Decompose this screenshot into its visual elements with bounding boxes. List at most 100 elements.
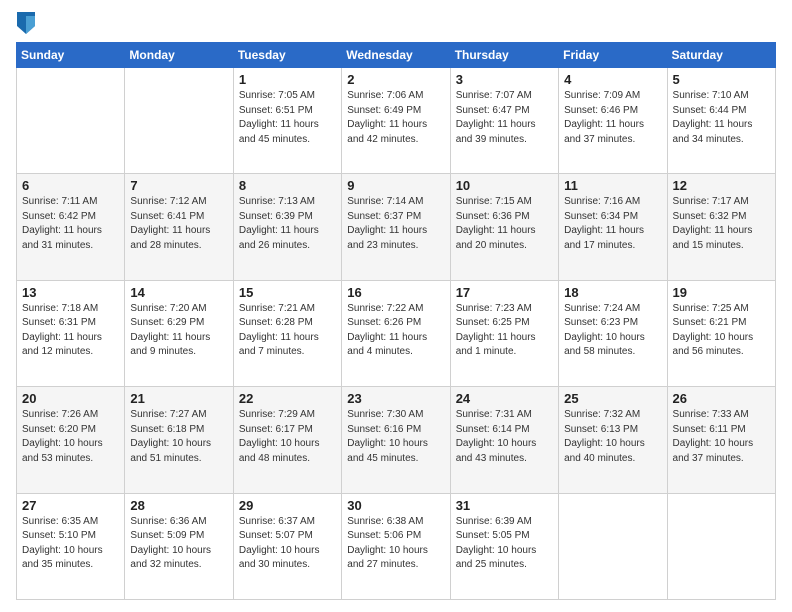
day-cell: 31Sunrise: 6:39 AM Sunset: 5:05 PM Dayli… bbox=[450, 493, 558, 599]
day-cell: 14 Sunrise: 7:20 AM Sunset: 6:29 PM Dayli… bbox=[125, 280, 233, 386]
day-cell: 7 Sunrise: 7:12 AM Sunset: 6:41 PM Daylig… bbox=[125, 174, 233, 280]
day-cell bbox=[17, 68, 125, 174]
day-number: 12 bbox=[673, 178, 770, 193]
logo-icon bbox=[17, 12, 35, 34]
day-info: Sunrise: 7:27 AM Sunset: 6:18 PM Dayligh… bbox=[130, 408, 227, 466]
day-info: Sunrise: 6:36 AM Sunset: 5:09 PM Dayligh… bbox=[130, 515, 227, 573]
day-number: 8 bbox=[239, 178, 336, 193]
weekday-tuesday: Tuesday bbox=[233, 43, 341, 68]
day-number: 13 bbox=[22, 285, 119, 300]
calendar: SundayMondayTuesdayWednesdayThursdayFrid… bbox=[16, 42, 776, 600]
day-info: Sunrise: 7:06 AM Sunset: 6:49 PM Dayligh… bbox=[347, 89, 444, 147]
day-number: 30 bbox=[347, 498, 444, 513]
day-cell bbox=[559, 493, 667, 599]
day-number: 22 bbox=[239, 391, 336, 406]
day-cell: 21 Sunrise: 7:27 AM Sunset: 6:18 PM Dayli… bbox=[125, 387, 233, 493]
day-cell: 6 Sunrise: 7:11 AM Sunset: 6:42 PM Daylig… bbox=[17, 174, 125, 280]
day-number: 9 bbox=[347, 178, 444, 193]
day-cell: 26Sunrise: 7:33 AM Sunset: 6:11 PM Dayli… bbox=[667, 387, 775, 493]
day-cell: 3 Sunrise: 7:07 AM Sunset: 6:47 PM Daylig… bbox=[450, 68, 558, 174]
day-cell: 15 Sunrise: 7:21 AM Sunset: 6:28 PM Dayli… bbox=[233, 280, 341, 386]
day-info: Sunrise: 7:10 AM Sunset: 6:44 PM Dayligh… bbox=[673, 89, 770, 147]
day-number: 28 bbox=[130, 498, 227, 513]
day-cell: 9 Sunrise: 7:14 AM Sunset: 6:37 PM Daylig… bbox=[342, 174, 450, 280]
day-number: 16 bbox=[347, 285, 444, 300]
weekday-thursday: Thursday bbox=[450, 43, 558, 68]
day-number: 7 bbox=[130, 178, 227, 193]
day-info: Sunrise: 7:11 AM Sunset: 6:42 PM Dayligh… bbox=[22, 195, 119, 253]
day-info: Sunrise: 6:37 AM Sunset: 5:07 PM Dayligh… bbox=[239, 515, 336, 573]
day-info: Sunrise: 7:30 AM Sunset: 6:16 PM Dayligh… bbox=[347, 408, 444, 466]
day-number: 17 bbox=[456, 285, 553, 300]
day-cell: 11Sunrise: 7:16 AM Sunset: 6:34 PM Dayli… bbox=[559, 174, 667, 280]
day-cell: 4 Sunrise: 7:09 AM Sunset: 6:46 PM Daylig… bbox=[559, 68, 667, 174]
day-cell: 25Sunrise: 7:32 AM Sunset: 6:13 PM Dayli… bbox=[559, 387, 667, 493]
day-cell: 28 Sunrise: 6:36 AM Sunset: 5:09 PM Dayli… bbox=[125, 493, 233, 599]
day-cell bbox=[125, 68, 233, 174]
logo bbox=[16, 12, 35, 34]
day-info: Sunrise: 6:38 AM Sunset: 5:06 PM Dayligh… bbox=[347, 515, 444, 573]
day-number: 10 bbox=[456, 178, 553, 193]
week-row-4: 20 Sunrise: 7:26 AM Sunset: 6:20 PM Dayli… bbox=[17, 387, 776, 493]
week-row-1: 1 Sunrise: 7:05 AM Sunset: 6:51 PM Daylig… bbox=[17, 68, 776, 174]
day-info: Sunrise: 7:20 AM Sunset: 6:29 PM Dayligh… bbox=[130, 302, 227, 360]
day-info: Sunrise: 7:26 AM Sunset: 6:20 PM Dayligh… bbox=[22, 408, 119, 466]
day-cell: 20 Sunrise: 7:26 AM Sunset: 6:20 PM Dayli… bbox=[17, 387, 125, 493]
day-info: Sunrise: 7:07 AM Sunset: 6:47 PM Dayligh… bbox=[456, 89, 553, 147]
day-cell: 16 Sunrise: 7:22 AM Sunset: 6:26 PM Dayli… bbox=[342, 280, 450, 386]
weekday-sunday: Sunday bbox=[17, 43, 125, 68]
day-number: 14 bbox=[130, 285, 227, 300]
day-cell: 5 Sunrise: 7:10 AM Sunset: 6:44 PM Daylig… bbox=[667, 68, 775, 174]
page: SundayMondayTuesdayWednesdayThursdayFrid… bbox=[0, 0, 792, 612]
day-cell: 17 Sunrise: 7:23 AM Sunset: 6:25 PM Dayli… bbox=[450, 280, 558, 386]
day-number: 31 bbox=[456, 498, 553, 513]
day-info: Sunrise: 7:29 AM Sunset: 6:17 PM Dayligh… bbox=[239, 408, 336, 466]
day-cell: 2Sunrise: 7:06 AM Sunset: 6:49 PM Daylig… bbox=[342, 68, 450, 174]
calendar-body: 1 Sunrise: 7:05 AM Sunset: 6:51 PM Daylig… bbox=[17, 68, 776, 600]
week-row-5: 27Sunrise: 6:35 AM Sunset: 5:10 PM Dayli… bbox=[17, 493, 776, 599]
day-info: Sunrise: 7:23 AM Sunset: 6:25 PM Dayligh… bbox=[456, 302, 553, 360]
day-cell: 10 Sunrise: 7:15 AM Sunset: 6:36 PM Dayli… bbox=[450, 174, 558, 280]
day-cell: 13 Sunrise: 7:18 AM Sunset: 6:31 PM Dayli… bbox=[17, 280, 125, 386]
weekday-header-row: SundayMondayTuesdayWednesdayThursdayFrid… bbox=[17, 43, 776, 68]
day-cell: 18 Sunrise: 7:24 AM Sunset: 6:23 PM Dayli… bbox=[559, 280, 667, 386]
day-number: 4 bbox=[564, 72, 661, 87]
day-info: Sunrise: 7:14 AM Sunset: 6:37 PM Dayligh… bbox=[347, 195, 444, 253]
day-number: 23 bbox=[347, 391, 444, 406]
weekday-saturday: Saturday bbox=[667, 43, 775, 68]
day-number: 18 bbox=[564, 285, 661, 300]
day-cell: 27Sunrise: 6:35 AM Sunset: 5:10 PM Dayli… bbox=[17, 493, 125, 599]
day-number: 15 bbox=[239, 285, 336, 300]
day-info: Sunrise: 7:12 AM Sunset: 6:41 PM Dayligh… bbox=[130, 195, 227, 253]
day-number: 21 bbox=[130, 391, 227, 406]
day-cell: 30 Sunrise: 6:38 AM Sunset: 5:06 PM Dayli… bbox=[342, 493, 450, 599]
day-number: 1 bbox=[239, 72, 336, 87]
weekday-friday: Friday bbox=[559, 43, 667, 68]
day-info: Sunrise: 7:13 AM Sunset: 6:39 PM Dayligh… bbox=[239, 195, 336, 253]
week-row-2: 6 Sunrise: 7:11 AM Sunset: 6:42 PM Daylig… bbox=[17, 174, 776, 280]
day-info: Sunrise: 7:31 AM Sunset: 6:14 PM Dayligh… bbox=[456, 408, 553, 466]
day-info: Sunrise: 7:16 AM Sunset: 6:34 PM Dayligh… bbox=[564, 195, 661, 253]
day-info: Sunrise: 7:33 AM Sunset: 6:11 PM Dayligh… bbox=[673, 408, 770, 466]
day-number: 20 bbox=[22, 391, 119, 406]
day-info: Sunrise: 7:15 AM Sunset: 6:36 PM Dayligh… bbox=[456, 195, 553, 253]
day-info: Sunrise: 7:22 AM Sunset: 6:26 PM Dayligh… bbox=[347, 302, 444, 360]
weekday-wednesday: Wednesday bbox=[342, 43, 450, 68]
week-row-3: 13 Sunrise: 7:18 AM Sunset: 6:31 PM Dayli… bbox=[17, 280, 776, 386]
day-info: Sunrise: 7:24 AM Sunset: 6:23 PM Dayligh… bbox=[564, 302, 661, 360]
day-number: 3 bbox=[456, 72, 553, 87]
day-info: Sunrise: 7:05 AM Sunset: 6:51 PM Dayligh… bbox=[239, 89, 336, 147]
day-cell bbox=[667, 493, 775, 599]
day-number: 19 bbox=[673, 285, 770, 300]
day-cell: 22 Sunrise: 7:29 AM Sunset: 6:17 PM Dayli… bbox=[233, 387, 341, 493]
day-number: 27 bbox=[22, 498, 119, 513]
day-info: Sunrise: 7:09 AM Sunset: 6:46 PM Dayligh… bbox=[564, 89, 661, 147]
day-info: Sunrise: 7:25 AM Sunset: 6:21 PM Dayligh… bbox=[673, 302, 770, 360]
day-info: Sunrise: 7:21 AM Sunset: 6:28 PM Dayligh… bbox=[239, 302, 336, 360]
day-cell: 23 Sunrise: 7:30 AM Sunset: 6:16 PM Dayli… bbox=[342, 387, 450, 493]
day-info: Sunrise: 7:18 AM Sunset: 6:31 PM Dayligh… bbox=[22, 302, 119, 360]
day-number: 25 bbox=[564, 391, 661, 406]
day-number: 6 bbox=[22, 178, 119, 193]
day-cell: 12Sunrise: 7:17 AM Sunset: 6:32 PM Dayli… bbox=[667, 174, 775, 280]
day-number: 5 bbox=[673, 72, 770, 87]
